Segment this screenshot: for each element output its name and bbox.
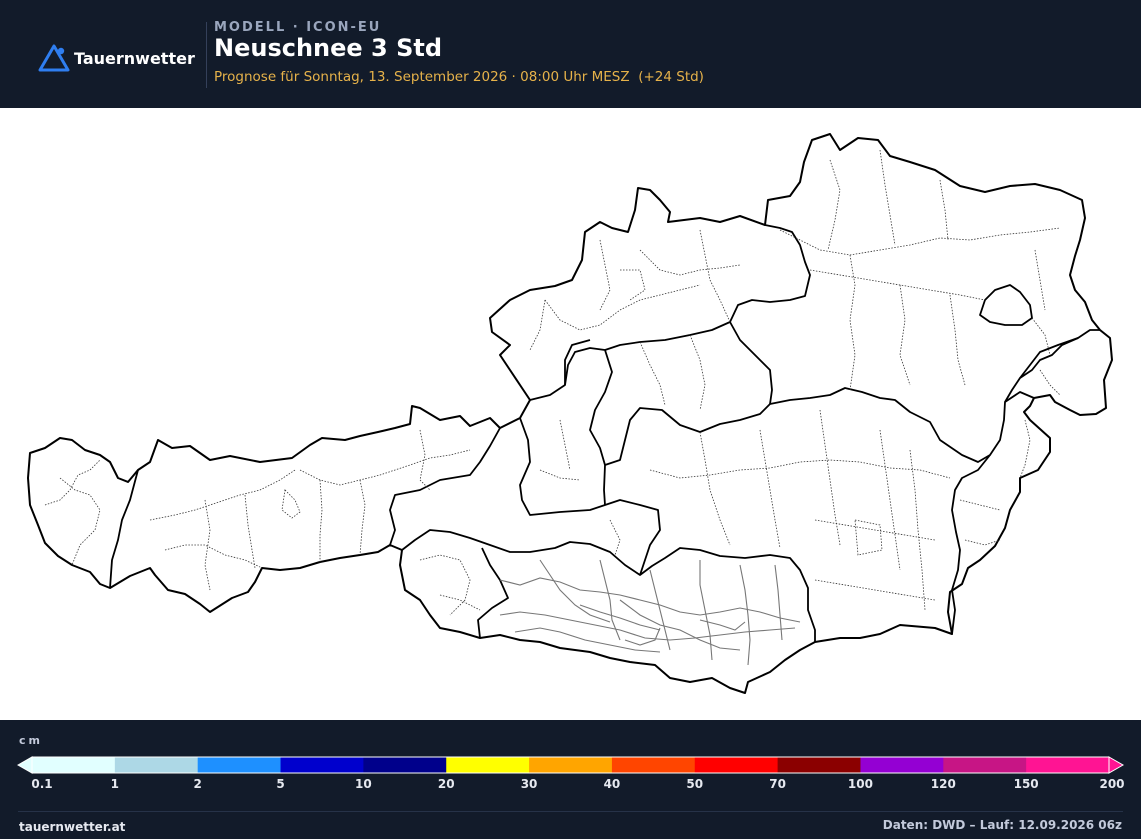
scale-bin (529, 757, 613, 773)
legend-tick-label: 40 (603, 777, 621, 791)
scale-bin (32, 757, 116, 773)
legend-tick-label: 0.1 (31, 777, 53, 791)
legend-tick-label: 2 (193, 777, 202, 791)
mountain-triangle-icon (38, 44, 70, 72)
legend-tick-label: 150 (1013, 777, 1039, 791)
legend-tick-label: 1 (110, 777, 120, 791)
austria-outline (27, 133, 1113, 694)
legend-tick-label: 200 (1099, 777, 1125, 791)
forecast-time: Prognose für Sonntag, 13. September 2026… (214, 69, 704, 85)
forecast-map[interactable] (0, 108, 1141, 720)
scale-bin (777, 757, 861, 773)
scale-arrow-high (1108, 756, 1125, 774)
color-scale-svg (16, 756, 1125, 774)
scale-bin (860, 757, 944, 773)
scale-bin (611, 757, 696, 773)
scale-arrow-low (16, 756, 33, 774)
header-divider (206, 22, 207, 88)
scale-bin (694, 757, 779, 773)
brand-logo[interactable]: Tauernwetter (38, 43, 195, 73)
brand-name: Tauernwetter (74, 48, 195, 68)
legend-tick-label: 50 (686, 777, 704, 791)
site-name[interactable]: tauernwetter.at (19, 820, 125, 834)
header-bar: Tauernwetter MODELL · ICON-EU Neuschnee … (0, 0, 1141, 108)
color-scale (16, 754, 1126, 780)
map-title: Neuschnee 3 Std (214, 34, 443, 62)
legend-tick-label: 5 (276, 777, 285, 791)
legend-tick-label: 100 (847, 777, 873, 791)
legend-unit: cm (19, 734, 43, 747)
scale-bin (943, 757, 1027, 773)
scale-bin (280, 757, 364, 773)
legend-tick-label: 20 (437, 777, 455, 791)
scale-bin (197, 757, 282, 773)
data-source: Daten: DWD – Lauf: 12.09.2026 06z (882, 818, 1122, 832)
model-label: MODELL · ICON-EU (214, 20, 382, 35)
austria-map-svg (27, 133, 1113, 694)
legend-tick-label: 70 (769, 777, 786, 791)
legend-tick-label: 30 (520, 777, 538, 791)
footer-divider (18, 811, 1123, 812)
legend-tick-label: 120 (930, 777, 956, 791)
scale-bin (446, 757, 530, 773)
scale-bin (114, 757, 199, 773)
legend-tick-label: 10 (355, 777, 372, 791)
scale-bin (1026, 757, 1110, 773)
scale-bin (363, 757, 447, 773)
